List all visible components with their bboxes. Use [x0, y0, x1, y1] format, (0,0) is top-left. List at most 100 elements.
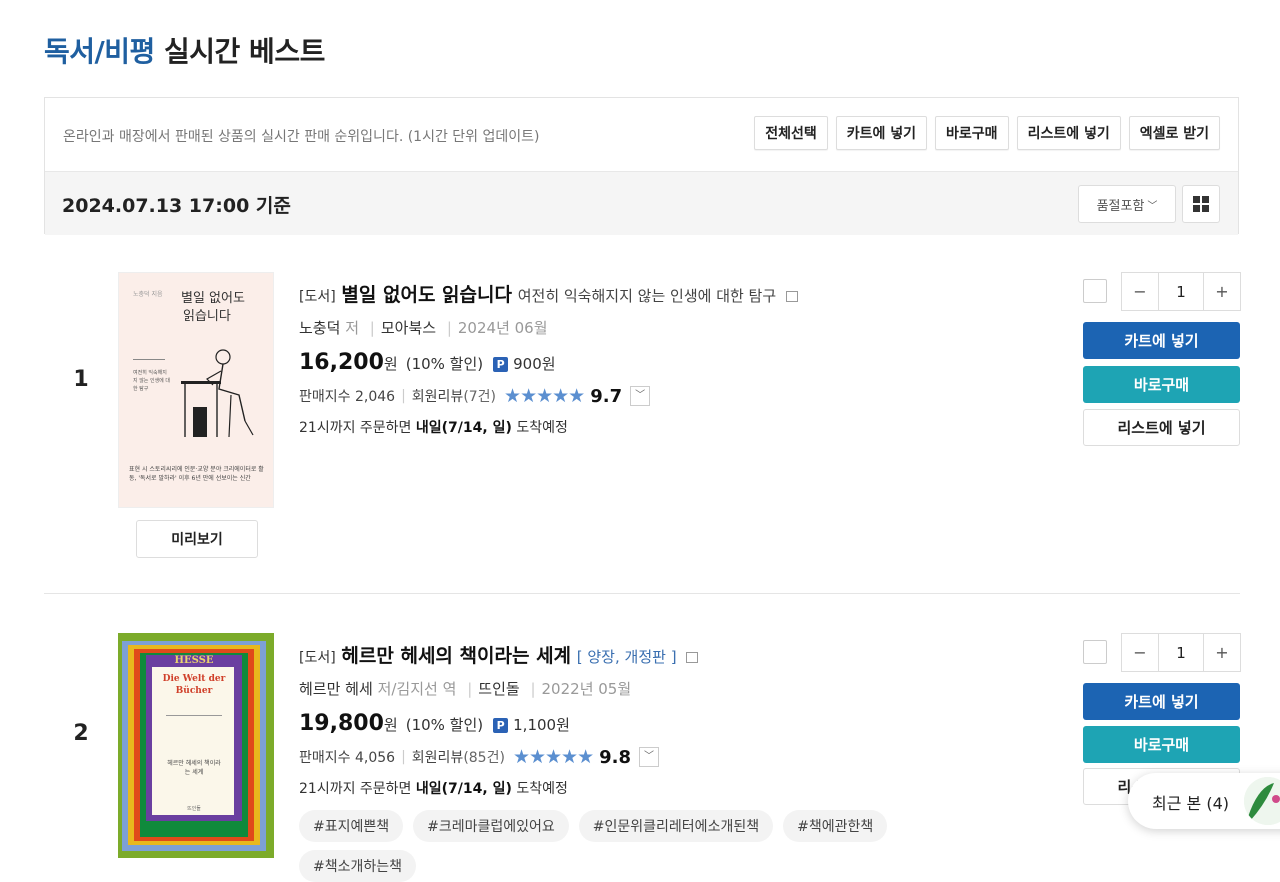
- book-title-link[interactable]: 헤르만 헤세의 책이라는 세계: [341, 645, 571, 667]
- sales-index: 판매지수 4,056: [299, 750, 396, 766]
- date-band: 2024.07.13 17:00 기준 품절포함 ﹀: [45, 171, 1238, 235]
- won-unit: 원: [383, 716, 398, 734]
- excel-download-button[interactable]: 엑셀로 받기: [1128, 116, 1220, 150]
- new-window-icon[interactable]: [686, 652, 699, 663]
- price-line: 19,800 원 (10% 할인) P 1,100원: [299, 711, 1089, 736]
- cover-publisher: 뜨인돌: [187, 806, 201, 812]
- cover-german-title: Die Welt der Bücher: [162, 674, 226, 696]
- publisher-link[interactable]: 뜨인돌: [478, 680, 519, 698]
- select-checkbox[interactable]: [1083, 279, 1107, 303]
- author-role: 저: [345, 319, 359, 337]
- translator-role: 역: [442, 680, 457, 698]
- increase-button[interactable]: +: [1204, 273, 1240, 310]
- buy-now-button[interactable]: 바로구매: [1083, 726, 1240, 763]
- author-link[interactable]: 헤르만 헤세: [299, 680, 373, 698]
- delivery-line: 21시까지 주문하면 내일(7/14, 일) 도착예정: [299, 417, 1089, 437]
- hashtag[interactable]: #표지예쁜책: [299, 810, 404, 842]
- cover-bottom-text: 표현 시 스토리씨리에 인문·교양 분야 크리에이터로 활동, '독서로 말하라…: [129, 466, 264, 482]
- buy-now-button[interactable]: 바로구매: [1083, 366, 1240, 403]
- preview-button[interactable]: 미리보기: [136, 520, 258, 558]
- cover-small-author: 노충덕 지음: [133, 291, 163, 298]
- title-suffix: 실시간 베스트: [154, 35, 325, 68]
- won-unit: 원: [383, 355, 398, 373]
- book-meta: [도서] 헤르만 헤세의 책이라는 세계 [ 양장, 개정판 ] 헤르만 헤세 …: [299, 641, 1089, 882]
- review-line: 판매지수 2,046 | 회원리뷰 (7건) ★★★★★ 9.7 ﹀: [299, 385, 1089, 407]
- buy-now-all-button[interactable]: 바로구매: [935, 116, 1009, 150]
- delivery-line: 21시까지 주문하면 내일(7/14, 일) 도착예정: [299, 778, 1089, 798]
- add-to-cart-button[interactable]: 카트에 넣기: [1083, 322, 1240, 359]
- select-checkbox[interactable]: [1083, 640, 1107, 664]
- book-subtitle: 여전히 익숙해지지 않는 인생에 대한 탐구: [517, 287, 777, 305]
- decrease-button[interactable]: −: [1122, 273, 1158, 310]
- hashtag[interactable]: #책에관한책: [783, 810, 888, 842]
- book-meta: [도서] 별일 없어도 읽습니다 여전히 익숙해지지 않는 인생에 대한 탐구 …: [299, 280, 1089, 437]
- point-icon: P: [493, 357, 509, 372]
- price-line: 16,200 원 (10% 할인) P 900원: [299, 350, 1089, 375]
- recently-viewed-label: 최근 본 (4): [1152, 794, 1229, 813]
- review-count[interactable]: (85건): [463, 747, 505, 767]
- new-window-icon[interactable]: [785, 291, 798, 302]
- cover-title-line2: 읽습니다: [183, 309, 231, 324]
- grid-view-button[interactable]: [1182, 185, 1220, 223]
- book-title-link[interactable]: 별일 없어도 읽습니다: [341, 284, 512, 306]
- ranking-info-box: 온라인과 매장에서 판매된 상품의 실시간 판매 순위입니다. (1시간 단위 …: [44, 97, 1239, 235]
- cover-brand: HESSE: [174, 655, 214, 666]
- rating-stars-icon: ★★★★★: [504, 385, 585, 407]
- bulk-action-buttons: 전체선택 카트에 넣기 바로구매 리스트에 넣기 엑셀로 받기: [754, 116, 1220, 150]
- quantity-value[interactable]: 1: [1158, 273, 1204, 310]
- rank-number: 1: [73, 367, 89, 392]
- select-all-button[interactable]: 전체선택: [754, 116, 828, 150]
- rating-score: 9.7: [590, 385, 623, 407]
- increase-button[interactable]: +: [1204, 634, 1240, 671]
- chevron-down-icon[interactable]: ﹀: [639, 747, 659, 767]
- publisher-link[interactable]: 모아북스: [381, 319, 436, 337]
- author-role: 저/김지선: [377, 680, 438, 698]
- book-edition: [ 양장, 개정판 ]: [576, 648, 677, 666]
- add-to-cart-button[interactable]: 카트에 넣기: [1083, 683, 1240, 720]
- ranking-description: 온라인과 매장에서 판매된 상품의 실시간 판매 순위입니다. (1시간 단위 …: [63, 129, 540, 145]
- recently-viewed-button[interactable]: 최근 본 (4): [1128, 773, 1280, 829]
- hashtag-list: #표지예쁜책 #크레마클럽에있어요 #인문위클리레터에소개된책 #책에관한책 #…: [299, 810, 939, 882]
- recent-thumbnail: [1244, 777, 1280, 825]
- rating-stars-icon: ★★★★★: [512, 746, 594, 768]
- soldout-filter-select[interactable]: 품절포함 ﹀: [1078, 185, 1176, 223]
- author-link[interactable]: 노충덕: [299, 319, 340, 337]
- decrease-button[interactable]: −: [1122, 634, 1158, 671]
- cover-blurb: 여전히 익숙해지지 않는 인생에 대한 탐구: [133, 370, 170, 392]
- author-line: 헤르만 헤세 저/김지선 역 | 뜨인돌 | 2022년 05월: [299, 680, 632, 698]
- title-line: [도서] 헤르만 헤세의 책이라는 세계 [ 양장, 개정판 ]: [299, 641, 1089, 668]
- sale-price: 16,200: [299, 350, 384, 375]
- ranking-date: 2024.07.13 17:00 기준: [62, 195, 291, 217]
- reader-illustration: [181, 349, 254, 438]
- title-line: [도서] 별일 없어도 읽습니다 여전히 익숙해지지 않는 인생에 대한 탐구: [299, 280, 1089, 307]
- author-line: 노충덕 저 | 모아북스 | 2024년 06월: [299, 319, 548, 337]
- quantity-value[interactable]: 1: [1158, 634, 1204, 671]
- point-amount: 1,100원: [513, 716, 570, 734]
- review-label: 회원리뷰: [411, 750, 464, 766]
- point-amount: 900원: [513, 355, 556, 373]
- delivery-cutoff: 21시까지 주문하면: [299, 420, 412, 436]
- hashtag[interactable]: #책소개하는책: [299, 850, 417, 882]
- quantity-stepper: − 1 +: [1121, 633, 1241, 672]
- pub-date: 2022년 05월: [541, 680, 632, 698]
- delivery-status: 도착예정: [516, 781, 568, 797]
- chevron-down-icon: ﹀: [1147, 200, 1158, 212]
- hashtag[interactable]: #인문위클리레터에소개된책: [578, 810, 774, 842]
- delivery-day: 내일(7/14, 일): [415, 420, 512, 436]
- add-to-list-button[interactable]: 리스트에 넣기: [1083, 409, 1240, 446]
- book-cover-1[interactable]: 노충덕 지음 별일 없어도 읽습니다 여전히 익숙해지지 않는 인생에 대한 탐…: [118, 272, 274, 508]
- review-count[interactable]: (7건): [463, 386, 496, 406]
- book-cover-2[interactable]: HESSE Die Welt der Bücher 헤르만 헤세의 책이라는 세…: [118, 633, 274, 858]
- rating-score: 9.8: [599, 746, 631, 768]
- add-all-cart-button[interactable]: 카트에 넣기: [835, 116, 928, 150]
- sale-price: 19,800: [299, 711, 384, 736]
- format-tag: [도서]: [299, 289, 336, 305]
- page-title: 독서/비평 실시간 베스트: [44, 30, 325, 70]
- rank-number: 2: [73, 721, 89, 746]
- quantity-stepper: − 1 +: [1121, 272, 1241, 311]
- chevron-down-icon[interactable]: ﹀: [630, 386, 651, 406]
- hashtag[interactable]: #크레마클럽에있어요: [413, 810, 569, 842]
- add-all-list-button[interactable]: 리스트에 넣기: [1016, 116, 1121, 150]
- category-title: 독서/비평: [44, 35, 155, 68]
- review-label: 회원리뷰: [411, 389, 464, 405]
